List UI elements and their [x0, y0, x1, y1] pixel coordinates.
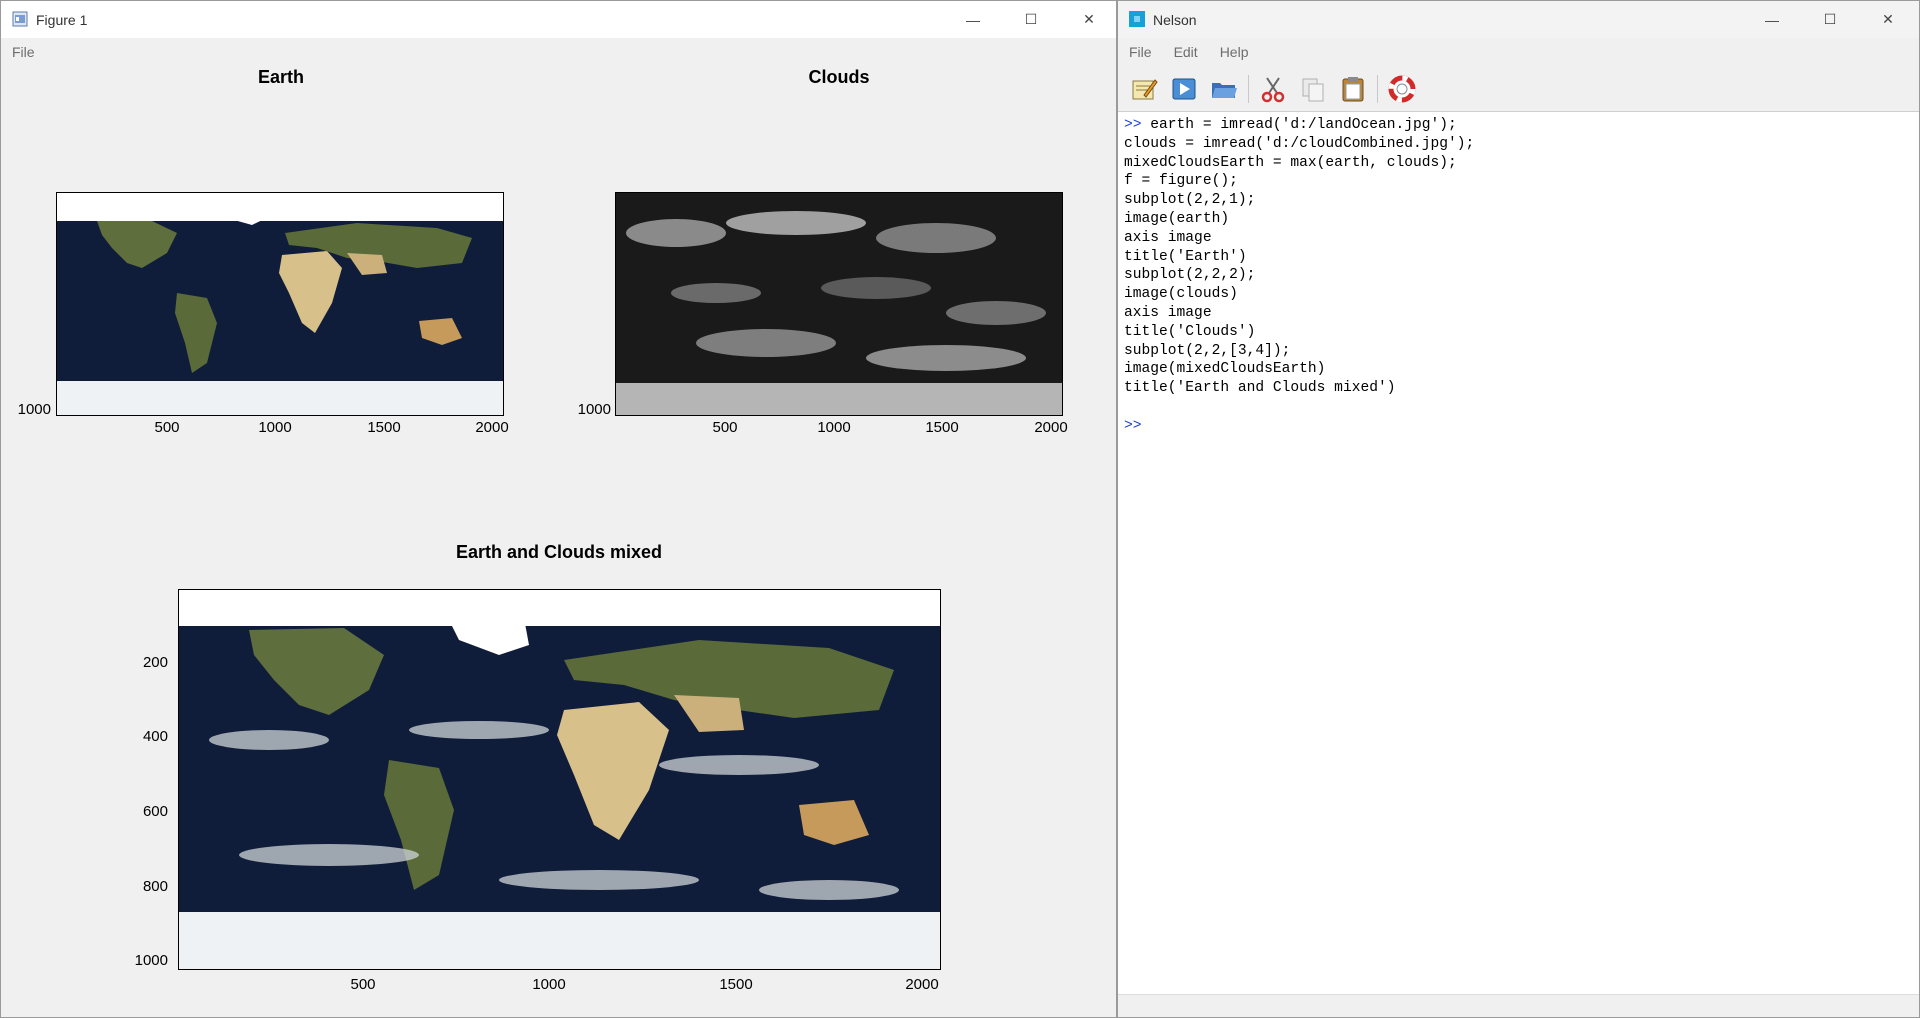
nelson-titlebar[interactable]: Nelson — ☐ ✕ — [1118, 1, 1919, 38]
console-line: >> earth = imread('d:/landOcean.jpg'); — [1124, 116, 1919, 135]
console-command: earth = imread('d:/landOcean.jpg'); — [1150, 117, 1457, 133]
mixed-image-axes — [178, 589, 941, 970]
nelson-menu-help[interactable]: Help — [1209, 44, 1260, 60]
clouds-ytick: 1000 — [577, 401, 611, 418]
toolbar-separator — [1248, 74, 1249, 103]
clouds-xtick: 1500 — [925, 419, 959, 436]
clouds-map-image — [616, 193, 1062, 415]
subplot-title-clouds: Clouds — [808, 67, 870, 87]
mixed-xtick: 1000 — [532, 976, 566, 993]
editor-button[interactable] — [1126, 71, 1162, 107]
clouds-image-axes — [615, 192, 1063, 416]
open-folder-button[interactable] — [1206, 71, 1242, 107]
console-output[interactable]: >> earth = imread('d:/landOcean.jpg'); c… — [1118, 112, 1919, 995]
figure-window: Figure 1 — ☐ ✕ File Earth 1000 500 1000 … — [0, 0, 1117, 1018]
figure-close-button[interactable]: ✕ — [1060, 1, 1116, 38]
console-line: image(earth) — [1124, 210, 1230, 227]
earth-xtick: 500 — [154, 419, 180, 436]
earth-xtick: 1500 — [367, 419, 401, 436]
console-line: subplot(2,2,2); — [1124, 267, 1256, 284]
nelson-menu-file[interactable]: File — [1118, 44, 1163, 60]
console-line: axis image — [1124, 304, 1212, 321]
console-line: mixedCloudsEarth = max(earth, clouds); — [1124, 154, 1457, 171]
help-lifebuoy-icon — [1388, 75, 1416, 102]
mixed-map-image — [179, 590, 940, 969]
nelson-app-icon — [1129, 11, 1145, 27]
earth-map-image — [57, 193, 503, 415]
nelson-minimize-button[interactable]: — — [1743, 1, 1801, 38]
console-line: subplot(2,2,[3,4]); — [1124, 342, 1291, 359]
figure-minimize-button[interactable]: — — [944, 1, 1002, 38]
open-folder-icon — [1212, 82, 1237, 98]
figure-menu-file[interactable]: File — [1, 44, 46, 60]
mixed-xtick: 2000 — [905, 976, 939, 993]
run-button[interactable] — [1166, 71, 1202, 107]
figure-titlebar[interactable]: Figure 1 — ☐ ✕ — [1, 1, 1116, 38]
mixed-ytick: 1000 — [134, 952, 168, 969]
copy-icon — [1302, 78, 1324, 101]
figure-menubar: File — [1, 38, 1116, 66]
console-line: title('Clouds') — [1124, 323, 1256, 340]
figure-window-title: Figure 1 — [36, 12, 88, 28]
console-prompt: >> — [1124, 117, 1142, 133]
console-line: axis image — [1124, 229, 1212, 246]
mixed-ytick: 400 — [142, 728, 168, 745]
earth-xtick: 2000 — [475, 419, 509, 436]
mixed-ytick: 800 — [142, 878, 168, 895]
nelson-close-button[interactable]: ✕ — [1859, 1, 1917, 38]
paste-button[interactable] — [1335, 71, 1371, 107]
run-icon — [1172, 78, 1196, 99]
cut-icon — [1261, 76, 1285, 102]
figure-app-icon — [12, 11, 28, 27]
nelson-menu-edit[interactable]: Edit — [1163, 44, 1209, 60]
clouds-xtick: 2000 — [1034, 419, 1068, 436]
nelson-window: Nelson — ☐ ✕ File Edit Help >> earth = i… — [1117, 0, 1920, 1018]
copy-button[interactable] — [1295, 71, 1331, 107]
nelson-maximize-button[interactable]: ☐ — [1801, 1, 1859, 38]
console-line: image(mixedCloudsEarth) — [1124, 361, 1326, 378]
editor-icon — [1132, 78, 1158, 99]
mixed-ytick: 200 — [142, 654, 168, 671]
mixed-ytick: 600 — [142, 803, 168, 820]
nelson-toolbar — [1118, 66, 1919, 112]
earth-image-axes — [56, 192, 504, 416]
nelson-menubar: File Edit Help — [1118, 38, 1919, 66]
toolbar-separator — [1377, 74, 1378, 103]
earth-ytick: 1000 — [17, 401, 51, 418]
mixed-xtick: 1500 — [719, 976, 753, 993]
console-line: title('Earth and Clouds mixed') — [1124, 380, 1396, 397]
console-line: image(clouds) — [1124, 286, 1238, 303]
subplot-title-earth: Earth — [257, 67, 304, 87]
mixed-xtick: 500 — [350, 976, 376, 993]
console-line: clouds = imread('d:/cloudCombined.jpg'); — [1124, 135, 1475, 152]
figure-maximize-button[interactable]: ☐ — [1002, 1, 1060, 38]
status-bar — [1118, 994, 1919, 1017]
clouds-xtick: 500 — [712, 419, 738, 436]
clouds-xtick: 1000 — [817, 419, 851, 436]
console-line: f = figure(); — [1124, 173, 1238, 190]
cut-button[interactable] — [1255, 71, 1291, 107]
subplot-title-mixed: Earth and Clouds mixed — [455, 542, 663, 562]
paste-icon — [1342, 76, 1364, 101]
console-line: title('Earth') — [1124, 248, 1247, 265]
help-button[interactable] — [1384, 71, 1420, 107]
nelson-window-title: Nelson — [1153, 12, 1197, 28]
console-prompt: >> — [1124, 417, 1142, 434]
console-input-line[interactable]: >> — [1124, 417, 1919, 436]
console-line: subplot(2,2,1); — [1124, 192, 1256, 209]
earth-xtick: 1000 — [258, 419, 292, 436]
